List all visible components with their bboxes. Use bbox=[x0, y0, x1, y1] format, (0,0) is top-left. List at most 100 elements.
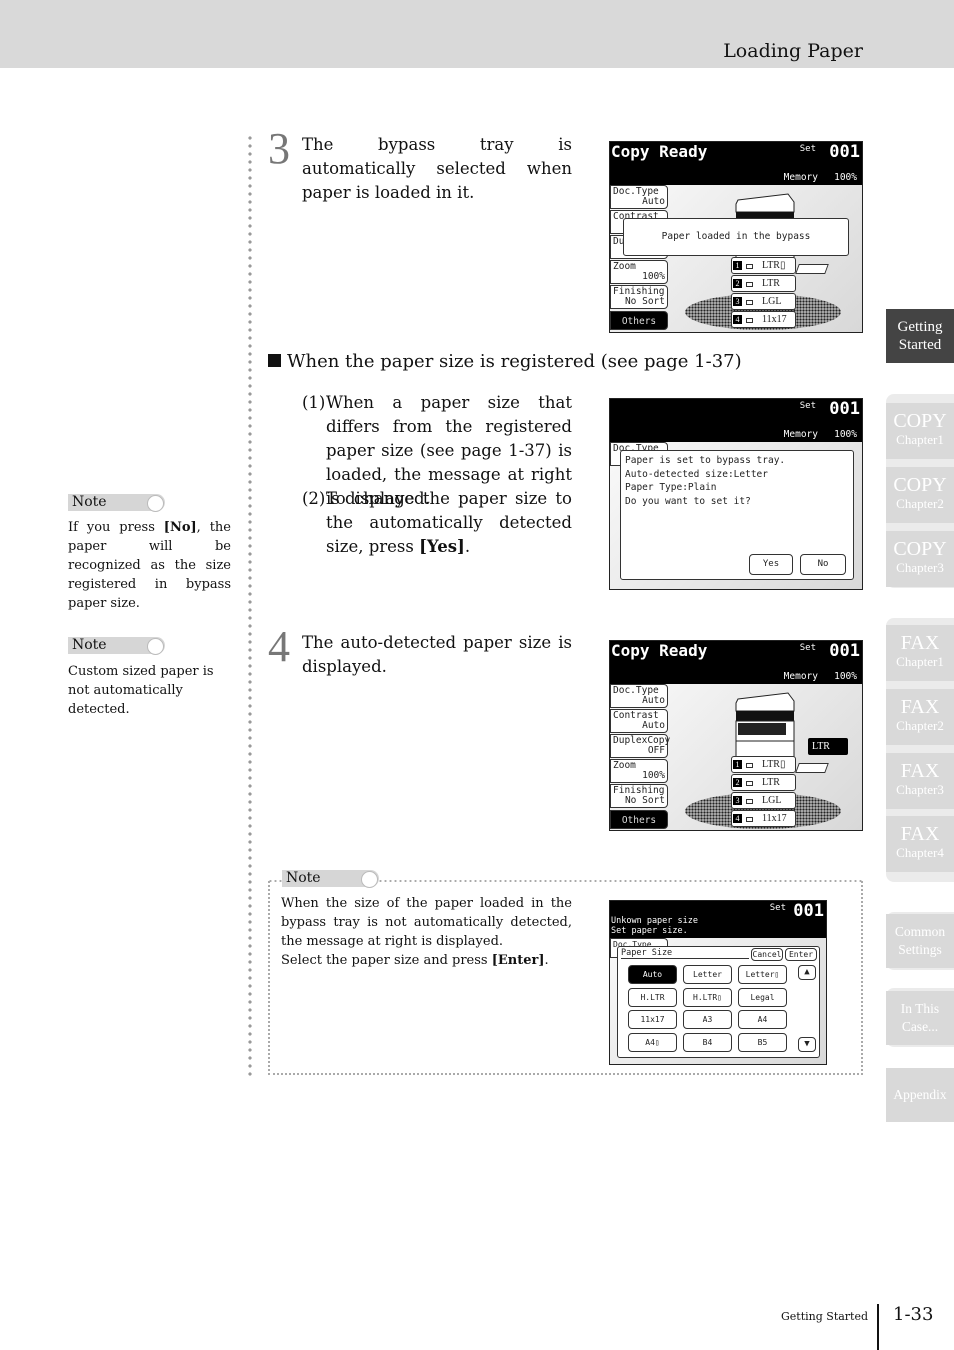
tab-getting-started[interactable]: Getting Started bbox=[886, 309, 954, 363]
others-button[interactable]: Others bbox=[610, 810, 668, 829]
copier-screen-bypass-loaded: Copy Ready Set 001 Memory 100% Doc.Type Auto Co… bbox=[609, 141, 863, 333]
scroll-up-button[interactable]: ▲ bbox=[798, 965, 816, 980]
footer-section: Getting Started bbox=[781, 1310, 869, 1323]
page-header: Loading Paper bbox=[0, 0, 954, 68]
paper-size-button[interactable]: A4▯ bbox=[628, 1032, 677, 1052]
tray-button[interactable]: 3 LGL bbox=[731, 293, 796, 310]
tray-icon bbox=[746, 763, 753, 768]
setting-value: OFF bbox=[647, 745, 665, 756]
note-text: When the size of the paper loaded in the… bbox=[281, 896, 572, 968]
tray-icon bbox=[746, 300, 753, 305]
page-number: 1-33 bbox=[893, 1304, 934, 1325]
tray-button[interactable]: 1 LTR▯ bbox=[731, 257, 796, 274]
set-count: 001 bbox=[829, 399, 860, 419]
dialog-line: Auto-detected size:Letter bbox=[625, 468, 768, 480]
note-label: Note bbox=[282, 870, 379, 888]
setting-button[interactable]: Zoom 100% bbox=[610, 260, 668, 284]
status-message: Unkown paper size bbox=[611, 916, 698, 926]
status-bar: Copy Ready Set 001 Memory 100% bbox=[610, 142, 862, 185]
tab-copy-chapter3[interactable]: COPY Chapter3 bbox=[886, 531, 954, 587]
tab-label: Common bbox=[894, 924, 946, 939]
tab-fax-chapter2[interactable]: FAX Chapter2 bbox=[886, 689, 954, 745]
dialog-line: Paper is set to bypass tray. bbox=[625, 455, 786, 466]
setting-value: Auto bbox=[642, 196, 665, 207]
memory-label: Memory bbox=[783, 172, 818, 183]
setting-button[interactable]: Finishing No Sort bbox=[610, 285, 668, 309]
yes-button[interactable]: Yes bbox=[749, 554, 793, 575]
setting-value: No Sort bbox=[624, 795, 665, 806]
detected-size-badge: LTR bbox=[808, 738, 848, 755]
setting-button[interactable]: Contrast Auto bbox=[610, 709, 668, 733]
setting-button[interactable]: DuplexCopy OFF bbox=[610, 734, 670, 758]
tray-number: 2 bbox=[733, 279, 742, 288]
set-label: Set bbox=[769, 903, 786, 913]
tray-size: LGL bbox=[762, 795, 782, 806]
others-button[interactable]: Others bbox=[610, 311, 668, 330]
tray-number: 2 bbox=[733, 778, 742, 787]
tab-sublabel: Chapter2 bbox=[896, 496, 944, 511]
set-label: Set bbox=[799, 401, 816, 411]
copier-screen-paper-size: Set 001 Unkown paper size Set paper size. Do… bbox=[609, 900, 827, 1065]
tab-label: FAX bbox=[900, 823, 940, 845]
memory-value: 100% bbox=[834, 172, 857, 183]
set-label: Set bbox=[799, 144, 816, 154]
status-bar: Set 001 Memory 100% bbox=[610, 399, 862, 442]
paper-size-button[interactable]: A3 bbox=[683, 1010, 732, 1029]
section-heading: When the paper size is registered (see p… bbox=[268, 351, 742, 372]
tray-button[interactable]: 2 LTR bbox=[731, 275, 796, 292]
tab-in-this-case-[interactable]: In This Case... bbox=[886, 991, 954, 1045]
enter-button[interactable]: Enter bbox=[785, 948, 817, 961]
paper-size-button[interactable]: H.LTR bbox=[628, 987, 677, 1007]
message-box: Paper loaded in the bypass bbox=[623, 218, 849, 256]
tray-size: 11x17 bbox=[762, 813, 787, 824]
tray-icon bbox=[746, 781, 753, 786]
setting-button[interactable]: Zoom 100% bbox=[610, 759, 668, 783]
item-number: (2) bbox=[302, 489, 326, 508]
item-number: (1) bbox=[302, 393, 326, 412]
confirm-dialog: Paper is set to bypass tray. Auto-detecte… bbox=[620, 450, 854, 580]
tab-fax-chapter1[interactable]: FAX Chapter1 bbox=[886, 625, 954, 681]
paper-size-button[interactable]: 11x17 bbox=[628, 1010, 677, 1029]
tray-icon bbox=[746, 817, 753, 822]
tray-button[interactable]: 1 LTR▯ bbox=[731, 756, 796, 773]
setting-button[interactable]: Doc.Type Auto bbox=[610, 684, 668, 708]
tray-button[interactable]: 3 LGL bbox=[731, 792, 796, 809]
tab-label: COPY bbox=[893, 474, 947, 496]
cancel-button[interactable]: Cancel bbox=[751, 948, 783, 961]
memory-label: Memory bbox=[783, 671, 818, 682]
message-text: Paper loaded in the bypass bbox=[661, 231, 811, 242]
memory-value: 100% bbox=[834, 429, 857, 440]
tray-icon bbox=[746, 318, 753, 323]
setting-button[interactable]: Doc.Type Auto bbox=[610, 185, 668, 209]
tab-fax-chapter3[interactable]: FAX Chapter3 bbox=[886, 753, 954, 809]
list-item: (2) To change the paper size to the autom… bbox=[302, 487, 572, 559]
paper-size-button[interactable]: B4 bbox=[683, 1032, 732, 1052]
tray-size: LTR bbox=[762, 278, 780, 289]
tab-sublabel: Settings bbox=[898, 942, 942, 957]
tab-common-settings[interactable]: Common Settings bbox=[886, 914, 954, 968]
set-label: Set bbox=[799, 643, 816, 653]
paper-size-button[interactable]: H.LTR▯ bbox=[683, 987, 732, 1007]
no-button[interactable]: No bbox=[800, 554, 846, 575]
note-text: Custom sized paper is not automatically … bbox=[68, 664, 214, 717]
tab-copy-chapter2[interactable]: COPY Chapter2 bbox=[886, 467, 954, 523]
tab-appendix-[interactable]: Appendix bbox=[886, 1068, 954, 1122]
tray-button[interactable]: 4 11x17 bbox=[731, 810, 796, 827]
tray-button[interactable]: 4 11x17 bbox=[731, 311, 796, 328]
setting-button[interactable]: Finishing No Sort bbox=[610, 784, 668, 808]
step-number: 3 bbox=[268, 124, 290, 173]
paper-size-button[interactable]: Auto bbox=[628, 965, 677, 984]
scroll-down-button[interactable]: ▼ bbox=[798, 1037, 816, 1052]
tray-number: 4 bbox=[733, 814, 742, 823]
paper-size-button[interactable]: B5 bbox=[738, 1032, 787, 1052]
tab-copy-chapter1[interactable]: COPY Chapter1 bbox=[886, 403, 954, 459]
tab-fax-chapter4[interactable]: FAX Chapter4 bbox=[886, 816, 954, 872]
item-bold: [Yes] bbox=[419, 537, 465, 556]
paper-size-button[interactable]: A4 bbox=[738, 1010, 787, 1029]
tray-button[interactable]: 2 LTR bbox=[731, 774, 796, 791]
setting-value: 100% bbox=[642, 271, 665, 282]
paper-size-button[interactable]: Legal bbox=[738, 987, 787, 1007]
panel-title: Paper Size bbox=[621, 948, 749, 959]
paper-size-button[interactable]: Letter bbox=[683, 965, 732, 984]
paper-size-button[interactable]: Letter▯ bbox=[738, 965, 787, 984]
